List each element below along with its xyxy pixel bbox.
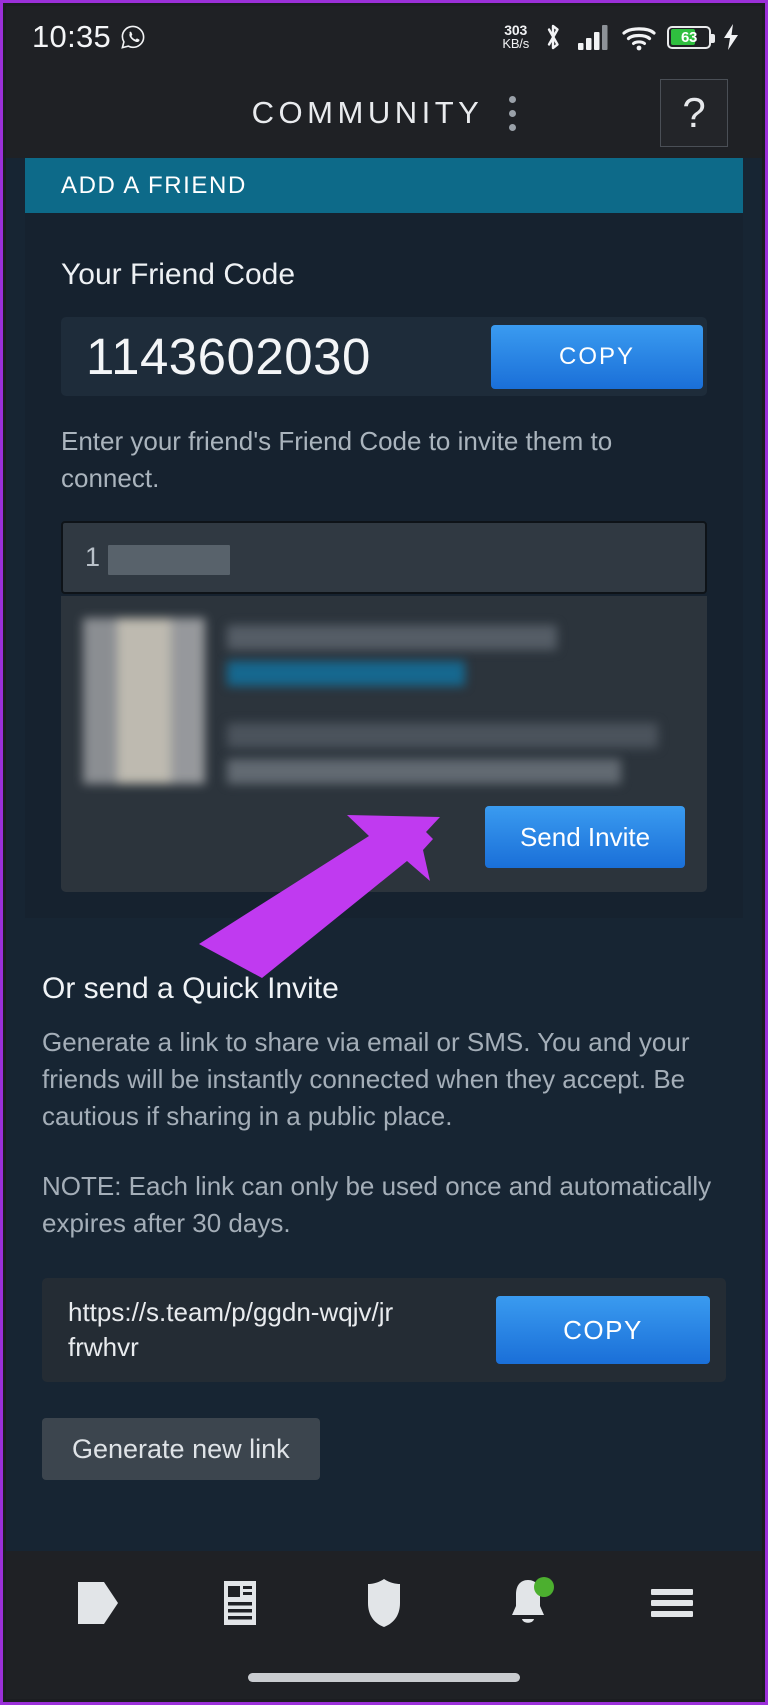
copy-invite-link-button[interactable]: COPY [496, 1296, 710, 1364]
scroll-content[interactable]: ADD A FRIEND Your Friend Code 1143602030… [6, 158, 762, 1554]
add-friend-section-header: ADD A FRIEND [25, 158, 743, 213]
invite-link-url[interactable]: https://s.team/p/ggdn-wqjv/jrfrwhvr [68, 1295, 398, 1365]
network-speed-unit: KB/s [502, 36, 529, 51]
bluetooth-icon [547, 24, 559, 50]
wifi-icon [622, 26, 656, 50]
add-friend-body: Your Friend Code 1143602030 COPY Enter y… [25, 213, 743, 918]
avatar [83, 618, 205, 784]
shield-library-icon [368, 1579, 400, 1627]
redacted-line [227, 758, 621, 785]
kebab-dot [509, 123, 517, 131]
whatsapp-icon [120, 24, 146, 50]
status-bar: 10:35 303 KB/s 63 [6, 6, 762, 68]
status-bar-right: 303 KB/s 63 [502, 22, 740, 52]
quick-invite-description: Generate a link to share via email or SM… [42, 1027, 690, 1131]
redacted-profile-text [205, 618, 685, 785]
charging-bolt-icon [724, 24, 738, 50]
quick-invite-panel: Or send a Quick Invite Generate a link t… [6, 942, 762, 1480]
gesture-home-indicator-wrap [6, 1655, 762, 1699]
store-tag-icon [78, 1582, 118, 1624]
friend-code-hint: Enter your friend's Friend Code to invit… [61, 426, 613, 493]
gesture-home-indicator[interactable] [248, 1672, 520, 1682]
notification-badge-dot [534, 1577, 554, 1597]
section-divider [6, 918, 762, 942]
redaction-overlay [108, 545, 230, 575]
redacted-line [227, 625, 557, 651]
bottom-nav-items [6, 1551, 762, 1655]
nav-library-button[interactable] [336, 1561, 432, 1645]
kebab-dot [509, 109, 517, 117]
panel-bottom-spacer [61, 892, 707, 918]
status-time: 10:35 [32, 19, 112, 54]
page-title: COMMUNITY [251, 95, 484, 130]
quick-invite-title: Or send a Quick Invite [42, 972, 339, 1005]
nav-news-button[interactable] [192, 1561, 288, 1645]
nav-menu-button[interactable] [624, 1561, 720, 1645]
network-speed-indicator: 303 KB/s [502, 23, 529, 51]
copy-friend-code-button[interactable]: COPY [491, 324, 703, 389]
send-invite-button[interactable]: Send Invite [485, 806, 685, 868]
friend-code-row: 1143602030 COPY [61, 317, 707, 396]
nav-notifications-button[interactable] [480, 1561, 576, 1645]
friend-code-input[interactable]: 1 30 [61, 521, 707, 594]
kebab-dot [509, 95, 517, 103]
generate-new-link-button[interactable]: Generate new link [42, 1418, 320, 1480]
app-bar: COMMUNITY ? [6, 68, 762, 158]
network-speed-value: 303 [504, 22, 528, 38]
cellular-signal-icon [578, 25, 608, 50]
hamburger-menu-icon [651, 1589, 693, 1617]
friend-code-label: Your Friend Code [61, 258, 296, 291]
nav-store-button[interactable] [48, 1561, 144, 1645]
add-friend-panel: ADD A FRIEND Your Friend Code 1143602030… [25, 158, 743, 918]
redacted-line [227, 722, 658, 748]
battery-indicator: 63 [667, 25, 715, 49]
friend-search-result-card[interactable]: Send Invite [61, 596, 707, 892]
help-icon: ? [682, 89, 706, 136]
bottom-navigation-bar [6, 1551, 762, 1699]
invite-link-row: https://s.team/p/ggdn-wqjv/jrfrwhvr COPY [42, 1278, 726, 1382]
status-bar-left: 10:35 [32, 19, 146, 55]
quick-invite-note: NOTE: Each link can only be used once an… [42, 1171, 712, 1238]
redacted-profile-preview [83, 618, 685, 785]
battery-percent: 63 [681, 28, 697, 46]
add-friend-section-title: ADD A FRIEND [61, 171, 247, 199]
news-article-icon [224, 1581, 256, 1625]
help-button[interactable]: ? [660, 79, 728, 147]
phone-screen: 10:35 303 KB/s 63 COMMUNITY ? ADD A FRIE… [0, 0, 768, 1705]
kebab-menu-icon[interactable] [509, 95, 517, 131]
friend-code-value: 1143602030 [86, 328, 371, 385]
send-invite-row: Send Invite [83, 806, 685, 868]
redacted-line [227, 661, 466, 687]
